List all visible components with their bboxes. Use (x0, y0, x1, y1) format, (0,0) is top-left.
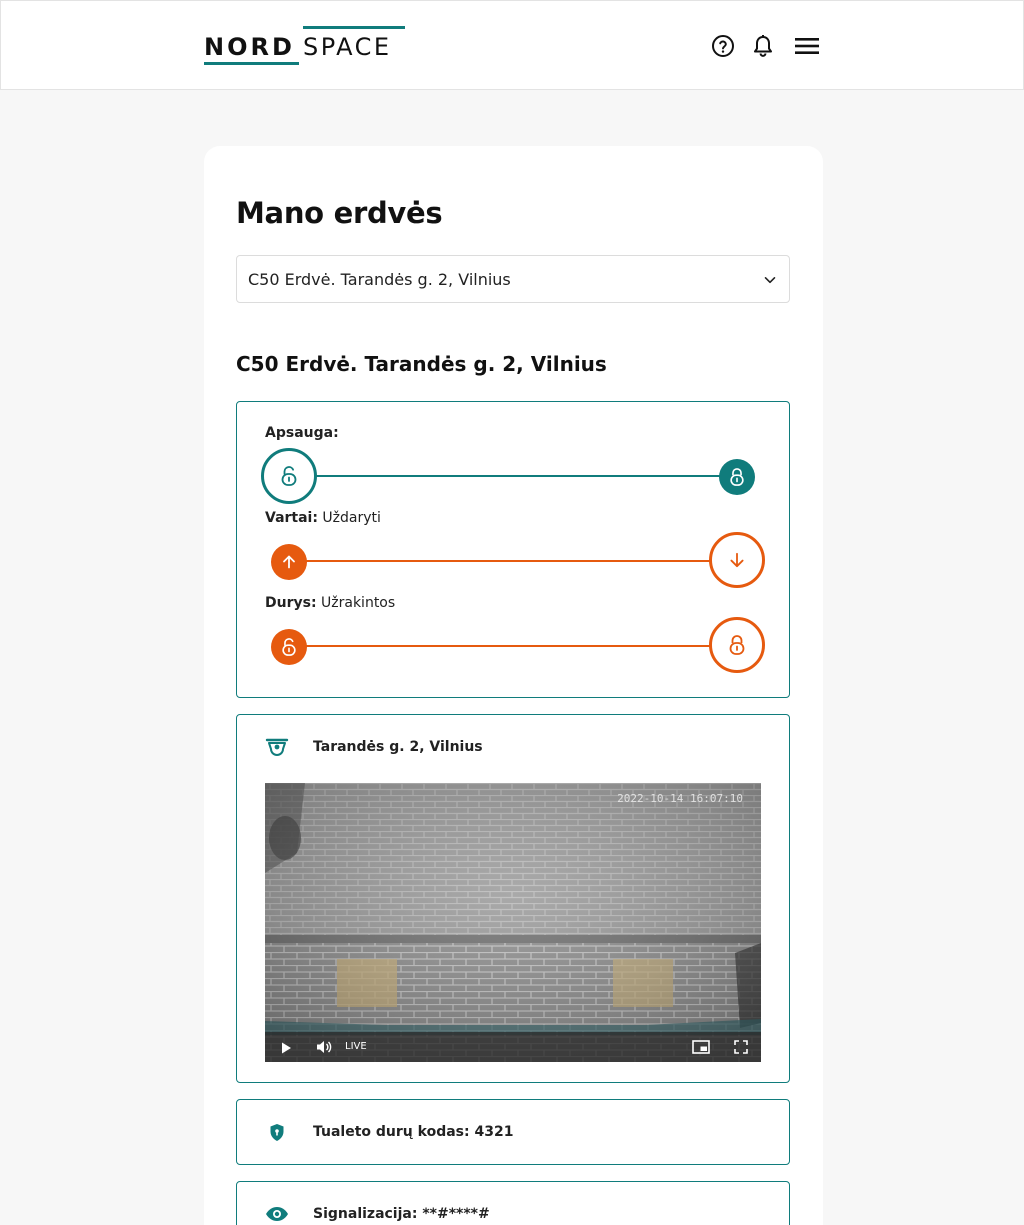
lock-icon (729, 635, 745, 655)
volume-icon[interactable] (315, 1039, 333, 1059)
camera-feed-image (265, 783, 761, 1062)
security-on-knob[interactable] (719, 459, 755, 495)
chevron-down-icon (763, 272, 777, 291)
controls-panel: Apsauga: Vartai: Uždaryti Durys: Užrakin… (236, 401, 790, 698)
gate-label: Vartai: Uždaryti (265, 510, 381, 526)
gate-open-knob[interactable] (271, 544, 307, 580)
unlock-icon (282, 638, 296, 656)
video-controls: LIVE (265, 1032, 761, 1062)
gate-label-title: Vartai: (265, 510, 318, 526)
eye-icon[interactable] (265, 1206, 289, 1225)
alarm-panel: Signalizacija: **#****# (236, 1181, 790, 1225)
arrow-down-icon (730, 552, 744, 568)
play-icon[interactable] (279, 1040, 293, 1059)
live-label[interactable]: LIVE (345, 1041, 367, 1052)
space-title: C50 Erdvė. Tarandės g. 2, Vilnius (236, 352, 607, 376)
gate-close-knob[interactable] (709, 532, 765, 588)
logo-accent-top (303, 26, 405, 29)
page-title: Mano erdvės (236, 196, 443, 230)
logo-light-text: SPACE (303, 33, 392, 61)
arrow-up-icon (283, 555, 295, 569)
space-select-value: C50 Erdvė. Tarandės g. 2, Vilnius (248, 270, 511, 289)
door-lock-knob[interactable] (709, 617, 765, 673)
camera-timestamp: 2022-10-14 16:07:10 (617, 792, 743, 805)
unlock-icon (281, 466, 297, 486)
camera-icon (265, 737, 289, 761)
gate-slider-track[interactable] (293, 560, 733, 562)
security-label: Apsauga: (265, 425, 339, 441)
door-unlock-knob[interactable] (271, 629, 307, 665)
door-slider-track[interactable] (293, 645, 733, 647)
security-slider-track[interactable] (293, 475, 733, 477)
space-select[interactable]: C50 Erdvė. Tarandės g. 2, Vilnius (236, 255, 790, 303)
logo-bold-text: NORD (204, 33, 295, 61)
toilet-code-panel: Tualeto durų kodas: 4321 (236, 1099, 790, 1165)
fullscreen-icon[interactable] (734, 1039, 748, 1058)
bell-icon[interactable] (750, 33, 776, 59)
picture-in-picture-icon[interactable] (692, 1039, 710, 1059)
logo-accent-bottom (204, 62, 299, 65)
top-header: NORD SPACE (0, 0, 1024, 90)
security-off-knob[interactable] (261, 448, 317, 504)
security-label-title: Apsauga: (265, 425, 339, 441)
lock-icon (730, 468, 744, 486)
camera-title: Tarandės g. 2, Vilnius (313, 739, 483, 755)
alarm-text: Signalizacija: **#****# (313, 1206, 490, 1222)
menu-icon[interactable] (794, 33, 820, 59)
toilet-code-text: Tualeto durų kodas: 4321 (313, 1124, 514, 1140)
door-label-title: Durys: (265, 595, 317, 611)
camera-panel: Tarandės g. 2, Vilnius 2022-10-14 16:07:… (236, 714, 790, 1083)
door-label: Durys: Užrakintos (265, 595, 395, 611)
door-status: Užrakintos (321, 595, 396, 611)
nordspace-logo[interactable]: NORD SPACE (204, 25, 408, 67)
camera-video[interactable]: 2022-10-14 16:07:10 LIVE (265, 783, 761, 1062)
help-icon[interactable] (710, 33, 736, 59)
gate-status: Uždaryti (322, 510, 381, 526)
shield-icon (269, 1123, 285, 1146)
